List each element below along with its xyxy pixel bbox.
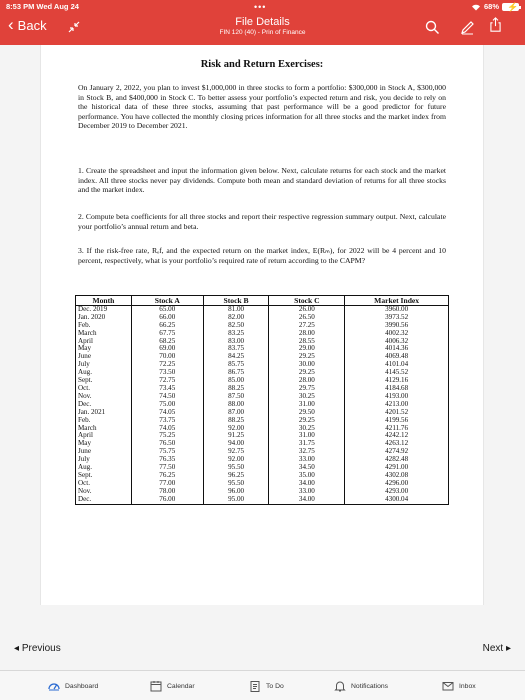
- cell-stock-b: 95.00: [202, 495, 270, 505]
- search-icon[interactable]: [425, 20, 440, 35]
- battery-percent: 68%: [483, 2, 499, 11]
- todo-icon: [250, 681, 260, 692]
- top-header: 8:53 PM Wed Aug 24 ••• 68% ⚡ ‹ Back File…: [0, 0, 525, 45]
- previous-label: Previous: [21, 643, 61, 654]
- inbox-icon: [442, 682, 454, 691]
- status-indicators: 68% ⚡: [471, 2, 521, 12]
- next-label: Next: [482, 643, 504, 654]
- document-title: Risk and Return Exercises:: [200, 59, 324, 70]
- cell-market-index: 4300.04: [344, 495, 449, 505]
- cell-month: Dec.: [75, 495, 132, 505]
- cell-stock-c: 34.00: [268, 495, 346, 505]
- share-icon[interactable]: [488, 17, 503, 32]
- question-2: 2. Compute beta coefficients for all thr…: [78, 212, 446, 231]
- battery-icon: ⚡: [502, 2, 521, 12]
- caret-right-icon: ▸: [505, 643, 511, 654]
- dashboard-icon: [48, 683, 60, 691]
- column-header-stock-a: Stock A: [130, 295, 204, 306]
- tab-inbox[interactable]: Inbox: [442, 680, 476, 692]
- pencil-icon[interactable]: [460, 20, 475, 35]
- tab-label-todo: To Do: [266, 682, 284, 690]
- bell-icon: [334, 681, 346, 692]
- column-header-stock-c: Stock C: [268, 295, 346, 306]
- page-subtitle: FIN 120 (40) - Prin of Finance: [219, 29, 306, 36]
- tab-todo[interactable]: To Do: [249, 680, 284, 692]
- question-3: 3. If the risk-free rate, Rₑf, and the e…: [78, 246, 446, 265]
- document-page: Risk and Return Exercises: On January 2,…: [40, 45, 484, 605]
- table-header-row: Month Stock A Stock B Stock C Market Ind…: [75, 295, 449, 306]
- tab-label-calendar: Calendar: [167, 682, 195, 690]
- cell-stock-a: 76.00: [130, 495, 204, 505]
- question-1: 1. Create the spreadsheet and input the …: [78, 166, 446, 195]
- tab-label-notifications: Notifications: [351, 682, 389, 690]
- previous-button[interactable]: ◂ Previous: [14, 643, 61, 654]
- column-header-month: Month: [75, 295, 132, 306]
- tab-label-dashboard: Dashboard: [65, 682, 99, 690]
- page-title: File Details: [235, 16, 290, 28]
- caret-left-icon: ◂: [14, 643, 20, 654]
- price-table: Month Stock A Stock B Stock C Market Ind…: [75, 295, 449, 505]
- table-body: Dec. 2019 65.00 81.00 26.00 3960.00 Jan. 2020…: [75, 305, 449, 505]
- tab-calendar[interactable]: Calendar: [150, 680, 195, 692]
- tab-label-inbox: Inbox: [459, 682, 476, 690]
- column-header-market-index: Market Index: [344, 295, 449, 306]
- title-block: File Details FIN 120 (40) - Prin of Fina…: [0, 16, 525, 36]
- tab-dashboard[interactable]: Dashboard: [48, 680, 98, 692]
- bottom-tab-bar: Dashboard Calendar To Do Notifications I…: [0, 670, 525, 700]
- multitask-dots[interactable]: •••: [254, 2, 266, 12]
- next-button[interactable]: Next ▸: [483, 643, 511, 654]
- wifi-icon: [471, 4, 480, 10]
- column-header-stock-b: Stock B: [202, 295, 270, 306]
- calendar-icon: [150, 681, 162, 692]
- table-row: Dec. 76.00 95.00 34.00 4300.04: [75, 495, 449, 505]
- status-time: 8:53 PM Wed Aug 24: [6, 2, 79, 11]
- tab-notifications[interactable]: Notifications: [334, 680, 388, 692]
- intro-paragraph: On January 2, 2022, you plan to invest $…: [78, 83, 446, 131]
